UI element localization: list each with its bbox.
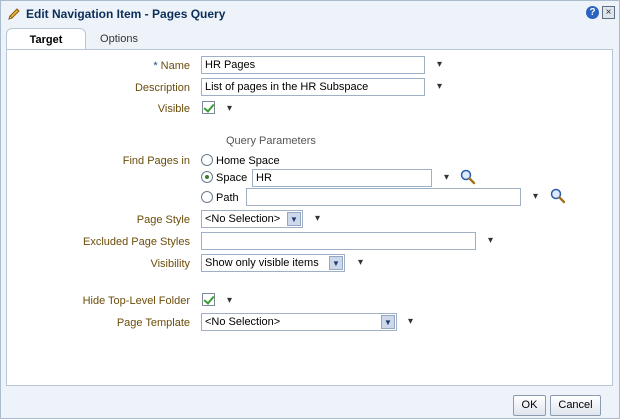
search-icon[interactable] <box>460 169 476 185</box>
dialog-title: Edit Navigation Item - Pages Query <box>26 7 226 21</box>
page-template-value: <No Selection> <box>205 316 281 328</box>
visibility-value: Show only visible items <box>205 257 319 269</box>
visible-checkbox[interactable] <box>202 101 215 114</box>
space-label: Space <box>216 172 248 184</box>
name-field[interactable]: HR Pages <box>201 56 425 74</box>
help-icon[interactable]: ? <box>586 6 599 19</box>
page-template-label: Page Template <box>116 317 190 329</box>
chevron-down-icon[interactable]: ▾ <box>315 214 325 224</box>
radio-home-space[interactable] <box>201 154 213 166</box>
form-panel: * Name HR Pages ▾ Description List of pa… <box>6 49 613 386</box>
chevron-down-icon[interactable]: ▾ <box>358 258 368 268</box>
chevron-down-icon[interactable]: ▾ <box>227 104 237 114</box>
dropdown-arrow-icon[interactable]: ▼ <box>287 212 301 226</box>
dropdown-arrow-icon[interactable]: ▼ <box>381 315 395 329</box>
cancel-button[interactable]: Cancel <box>550 395 601 416</box>
tab-target[interactable]: Target <box>6 28 86 50</box>
radio-path[interactable] <box>201 191 213 203</box>
excluded-page-styles-label: Excluded Page Styles <box>82 236 190 248</box>
chevron-down-icon[interactable]: ▾ <box>227 296 237 306</box>
title-bar: Edit Navigation Item - Pages Query ? × <box>1 1 619 27</box>
name-label: * Name <box>153 60 190 72</box>
find-pages-label: Find Pages in <box>122 155 190 167</box>
chevron-down-icon[interactable]: ▾ <box>488 236 498 246</box>
visibility-label: Visibility <box>150 258 190 270</box>
visible-label: Visible <box>157 103 190 115</box>
search-icon[interactable] <box>550 188 566 204</box>
dropdown-arrow-icon[interactable]: ▼ <box>329 256 343 270</box>
home-space-label: Home Space <box>216 155 280 167</box>
path-label: Path <box>216 192 239 204</box>
radio-space[interactable] <box>201 171 213 183</box>
chevron-down-icon[interactable]: ▾ <box>444 173 454 183</box>
visibility-select[interactable]: Show only visible items ▼ <box>201 254 345 272</box>
chevron-down-icon[interactable]: ▾ <box>437 60 447 70</box>
excluded-page-styles-field[interactable] <box>201 232 476 250</box>
description-label: Description <box>134 82 190 94</box>
page-style-value: <No Selection> <box>205 213 281 225</box>
ok-button[interactable]: OK <box>513 395 546 416</box>
page-template-select[interactable]: <No Selection> ▼ <box>201 313 397 331</box>
chevron-down-icon[interactable]: ▾ <box>533 192 543 202</box>
page-style-label: Page Style <box>136 214 190 226</box>
query-parameters-title: Query Parameters <box>226 135 316 147</box>
space-field[interactable]: HR <box>252 169 432 187</box>
page-style-select[interactable]: <No Selection> ▼ <box>201 210 303 228</box>
tab-options[interactable]: Options <box>84 28 154 50</box>
close-icon[interactable]: × <box>602 6 615 19</box>
pencil-icon <box>8 8 20 20</box>
path-field[interactable] <box>246 188 521 206</box>
chevron-down-icon[interactable]: ▾ <box>437 82 447 92</box>
hide-top-level-folder-label: Hide Top-Level Folder <box>82 295 190 307</box>
edit-navigation-dialog: Edit Navigation Item - Pages Query ? × T… <box>0 0 620 419</box>
tab-bar: Target Options <box>6 28 306 50</box>
required-mark: * <box>153 60 158 72</box>
hide-top-level-folder-checkbox[interactable] <box>202 293 215 306</box>
description-field[interactable]: List of pages in the HR Subspace <box>201 78 425 96</box>
chevron-down-icon[interactable]: ▾ <box>408 317 418 327</box>
